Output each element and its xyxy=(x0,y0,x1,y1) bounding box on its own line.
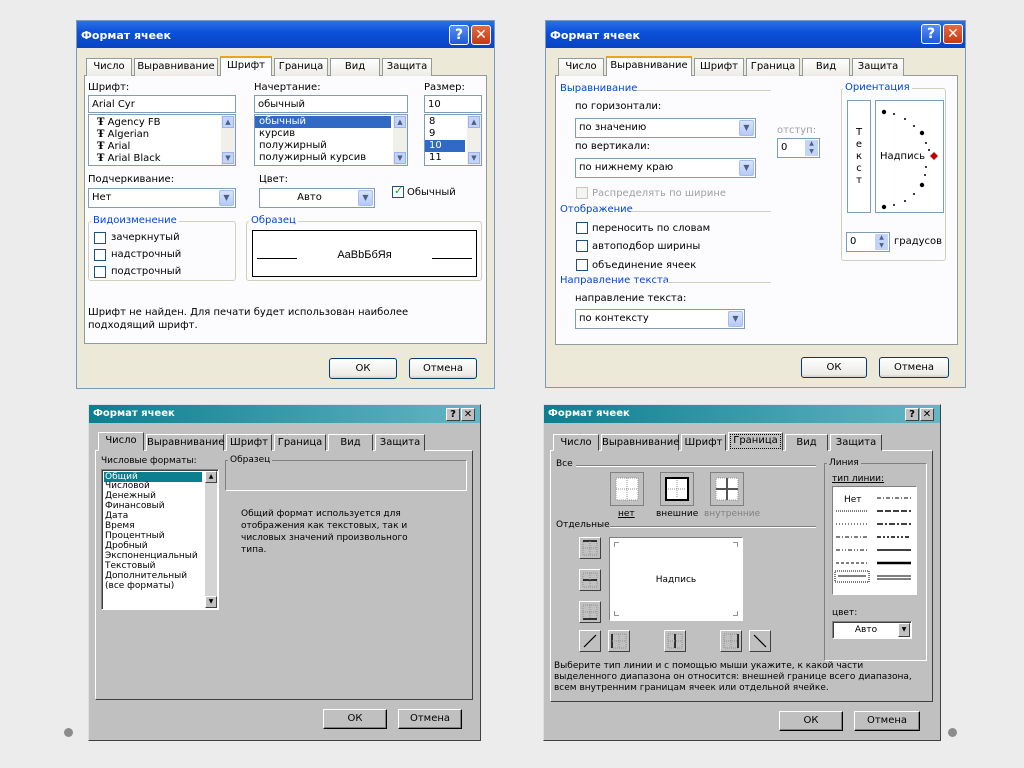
line-caption: Линия xyxy=(827,458,861,468)
line-color-label: цвет: xyxy=(832,608,858,618)
format-item[interactable]: Финансовый xyxy=(104,501,220,511)
format-cells-dialog-alignment: Формат ячеек ? ✕ Число Выравнивание Шриф… xyxy=(545,20,966,388)
ok-button[interactable]: ОК xyxy=(323,709,387,729)
format-item[interactable]: Текстовый xyxy=(104,561,220,571)
format-item[interactable]: Время xyxy=(104,521,220,531)
separate-divider xyxy=(610,526,816,528)
tab-protection[interactable]: Защита xyxy=(375,434,425,451)
border-diagonal-down-icon xyxy=(753,634,767,648)
format-item[interactable]: Дробный xyxy=(104,541,220,551)
line-color-select[interactable]: Авто ▼ xyxy=(832,621,912,639)
formats-list[interactable]: Общий Числовой Денежный Финансовый Дата … xyxy=(101,469,219,610)
format-cells-dialog-border: Формат ячеек ? ✕ Число Выравнивание Шриф… xyxy=(543,404,941,741)
border-left-button[interactable] xyxy=(608,630,630,652)
format-description: Общий формат используется для отображени… xyxy=(241,509,408,555)
tab-border[interactable]: Граница xyxy=(728,432,783,451)
border-middle-horizontal-button[interactable] xyxy=(579,569,601,591)
preset-none-label: нет xyxy=(618,509,635,519)
border-top-icon xyxy=(582,540,598,556)
preset-outline-label: внешние xyxy=(656,509,699,519)
slide-bullet-left xyxy=(64,728,73,737)
dialog-title-bar: Формат ячеек xyxy=(544,405,940,423)
preview-corner-tl xyxy=(614,542,619,547)
format-item[interactable]: Экспоненциальный xyxy=(104,551,220,561)
border-preview[interactable]: Надпись xyxy=(609,537,743,621)
preview-text: Надпись xyxy=(655,575,697,585)
window-frame xyxy=(76,20,495,389)
border-middle-vertical-icon xyxy=(667,633,683,649)
cancel-button[interactable]: Отмена xyxy=(854,711,920,731)
preview-corner-tr xyxy=(733,542,738,547)
format-cells-dialog-number: Формат ячеек ? ✕ Число Выравнивание Шриф… xyxy=(88,404,481,741)
separate-caption: Отдельные xyxy=(556,520,610,530)
border-middle-vertical-button[interactable] xyxy=(664,630,686,652)
slide-bullet-right xyxy=(948,728,957,737)
border-diagonal-down-button[interactable] xyxy=(749,630,771,652)
preset-inside-label: внутренние xyxy=(704,509,761,519)
format-item[interactable]: Процентный xyxy=(104,531,220,541)
tab-font[interactable]: Шрифт xyxy=(681,434,726,451)
border-right-button[interactable] xyxy=(720,630,742,652)
border-outline-icon xyxy=(665,477,689,501)
dialog-title: Формат ячеек xyxy=(548,408,630,419)
close-button[interactable]: ✕ xyxy=(461,408,475,421)
border-hint: Выберите тип линии и с помощью мыши укаж… xyxy=(554,661,912,693)
format-item[interactable]: Числовой xyxy=(104,481,220,491)
line-style-picker[interactable]: Нет xyxy=(832,486,917,595)
border-outline-button[interactable] xyxy=(660,472,694,506)
tab-font[interactable]: Шрифт xyxy=(226,434,272,451)
border-middle-horizontal-icon xyxy=(582,572,598,588)
preview-corner-bl xyxy=(614,611,619,616)
scrollbar[interactable]: ▲ ▼ xyxy=(205,471,217,608)
border-diagonal-up-icon xyxy=(583,634,597,648)
format-item[interactable]: (все форматы) xyxy=(104,581,220,591)
border-inside-button[interactable] xyxy=(710,472,744,506)
scroll-up-icon[interactable]: ▲ xyxy=(205,471,217,483)
border-left-icon xyxy=(611,633,627,649)
border-none-icon xyxy=(615,477,639,501)
format-item[interactable]: Дополнительный xyxy=(104,571,220,581)
line-styles-icon xyxy=(834,497,911,583)
border-bottom-button[interactable] xyxy=(579,601,601,623)
formats-label: Числовые форматы: xyxy=(101,456,197,466)
tab-protection[interactable]: Защита xyxy=(830,434,882,451)
line-type-label: тип линии: xyxy=(832,474,885,484)
help-button[interactable]: ? xyxy=(446,408,460,421)
window-frame xyxy=(545,20,966,388)
all-caption: Все xyxy=(556,459,573,469)
tab-number[interactable]: Число xyxy=(98,432,144,451)
tab-border[interactable]: Граница xyxy=(274,434,326,451)
help-button[interactable]: ? xyxy=(905,408,919,421)
format-item[interactable]: Дата xyxy=(104,511,220,521)
tab-number[interactable]: Число xyxy=(553,434,599,451)
tab-alignment[interactable]: Выравнивание xyxy=(146,434,224,451)
tab-fill[interactable]: Вид xyxy=(785,434,828,451)
cancel-button[interactable]: Отмена xyxy=(398,709,462,729)
tab-fill[interactable]: Вид xyxy=(328,434,373,451)
sample-caption: Образец xyxy=(228,455,273,465)
border-top-button[interactable] xyxy=(579,537,601,559)
ok-button[interactable]: ОК xyxy=(779,711,843,731)
border-inside-icon xyxy=(715,477,739,501)
preview-corner-br xyxy=(733,611,738,616)
border-right-icon xyxy=(723,633,739,649)
dialog-title: Формат ячеек xyxy=(93,408,175,419)
border-diagonal-up-button[interactable] xyxy=(579,630,601,652)
scroll-down-icon[interactable]: ▼ xyxy=(205,596,217,608)
format-cells-dialog-font: Формат ячеек ? ✕ Число Выравнивание Шриф… xyxy=(76,20,495,389)
border-bottom-icon xyxy=(582,604,598,620)
all-divider xyxy=(576,465,816,467)
close-button[interactable]: ✕ xyxy=(920,408,934,421)
border-none-button[interactable] xyxy=(610,472,644,506)
tab-alignment[interactable]: Выравнивание xyxy=(601,434,679,451)
chevron-down-icon[interactable]: ▼ xyxy=(898,623,910,637)
format-item[interactable]: Денежный xyxy=(104,491,220,501)
dialog-title-bar: Формат ячеек xyxy=(89,405,480,423)
